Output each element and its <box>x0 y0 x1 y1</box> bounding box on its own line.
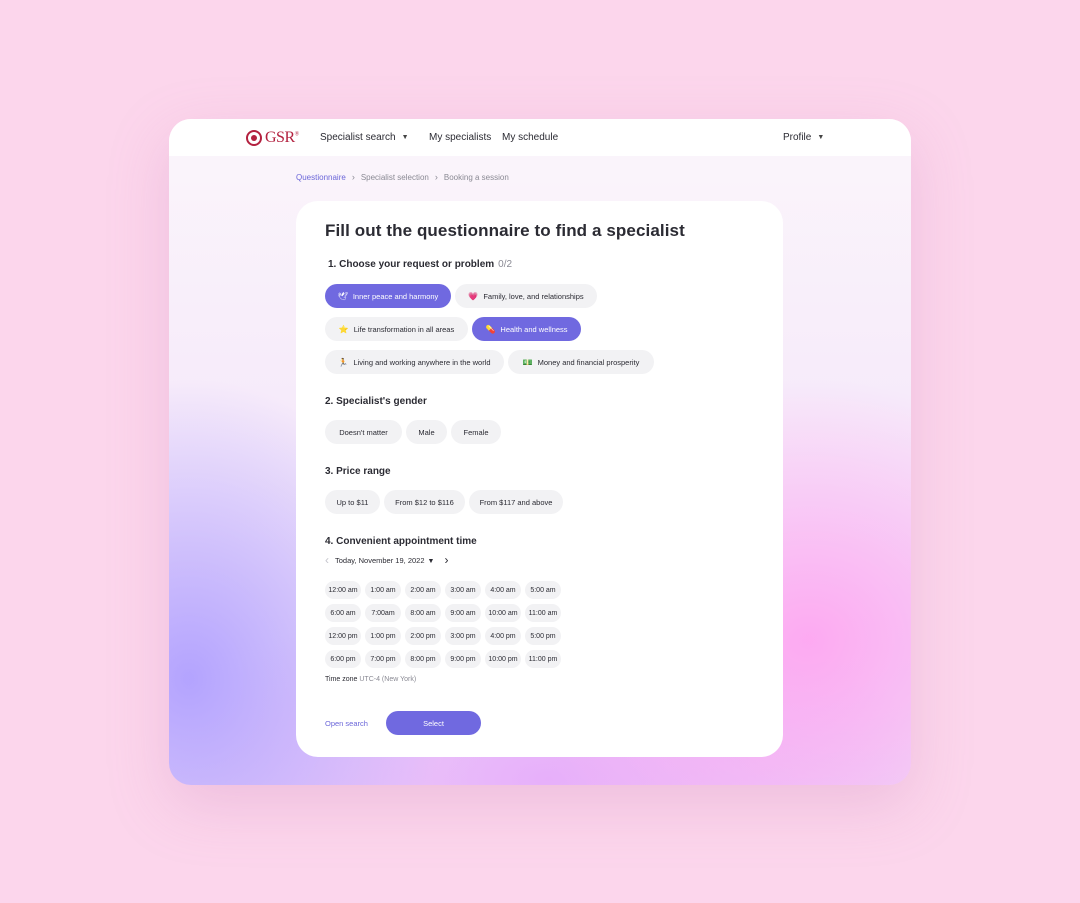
time-slot[interactable]: 7:00 pm <box>365 650 401 668</box>
q1-option-label: Family, love, and relationships <box>483 291 584 301</box>
q1-option-label: Inner peace and harmony <box>352 291 439 301</box>
questionnaire-card: Fill out the questionnaire to find a spe… <box>296 201 783 757</box>
chevron-left-icon[interactable]: ‹ <box>325 554 329 566</box>
q1-option-label: Money and financial prosperity <box>537 357 640 367</box>
timezone-info: Time zone UTC-4 (New York) <box>325 676 416 683</box>
chevron-right-icon[interactable]: › <box>444 554 448 566</box>
caret-down-icon: ▼ <box>427 557 435 565</box>
nav-my-schedule-label: My schedule <box>502 132 559 143</box>
time-slot[interactable]: 2:00 pm <box>405 627 441 645</box>
time-slot[interactable]: 6:00 pm <box>325 650 361 668</box>
time-slot[interactable]: 1:00 pm <box>365 627 401 645</box>
caret-down-icon: ▼ <box>401 134 409 141</box>
breadcrumb-questionnaire[interactable]: Questionnaire <box>296 173 346 182</box>
q3-title: 3. Price range <box>325 466 391 477</box>
time-slot[interactable]: 9:00 pm <box>445 650 481 668</box>
chevron-right-icon: › <box>434 172 438 182</box>
logo-emblem-icon <box>246 130 262 146</box>
date-picker[interactable]: Today, November 19, 2022 ▼ <box>335 556 434 565</box>
money-icon: 💵 <box>522 357 533 367</box>
time-slot[interactable]: 12:00 pm <box>325 627 361 645</box>
breadcrumb: Questionnaire › Specialist selection › B… <box>296 172 509 182</box>
timezone-label: Time zone <box>325 676 358 683</box>
open-search-link[interactable]: Open search <box>325 719 368 728</box>
q1-title-text: 1. Choose your request or problem <box>328 259 495 270</box>
time-slot[interactable]: 6:00 am <box>325 604 361 622</box>
nav-my-specialists[interactable]: My specialists <box>429 132 491 143</box>
chevron-right-icon: › <box>351 172 355 182</box>
top-navigation-bar: GSR® Specialist search ▼ My specialists … <box>169 119 911 156</box>
q1-option-life-transformation[interactable]: ⭐ Life transformation in all areas <box>325 317 468 341</box>
time-slot[interactable]: 10:00 pm <box>485 650 521 668</box>
breadcrumb-specialist-selection: Specialist selection <box>360 172 429 182</box>
time-slot[interactable]: 2:00 am <box>405 581 441 599</box>
q1-counter: 0/2 <box>498 259 513 270</box>
time-slot[interactable]: 5:00 pm <box>525 627 561 645</box>
time-slot[interactable]: 1:00 am <box>365 581 401 599</box>
nav-profile[interactable]: Profile ▼ <box>783 132 824 143</box>
time-slot[interactable]: 9:00 am <box>445 604 481 622</box>
time-slot[interactable]: 11:00 pm <box>525 650 561 668</box>
nav-specialist-search[interactable]: Specialist search ▼ <box>320 132 409 143</box>
q2-title: 2. Specialist's gender <box>325 396 427 407</box>
q1-option-inner-peace[interactable]: 🕊 Inner peace and harmony <box>325 284 451 308</box>
timezone-value: UTC-4 (New York) <box>359 676 417 683</box>
time-slot[interactable]: 4:00 pm <box>485 627 521 645</box>
date-selector: ‹ Today, November 19, 2022 ▼ › <box>325 554 448 566</box>
time-slot[interactable]: 11:00 am <box>525 604 561 622</box>
app-window: GSR® Specialist search ▼ My specialists … <box>169 119 911 785</box>
time-slot[interactable]: 8:00 pm <box>405 650 441 668</box>
q1-option-living-working[interactable]: 🏃 Living and working anywhere in the wor… <box>325 350 504 374</box>
star-icon: ⭐ <box>338 324 349 334</box>
time-slot[interactable]: 7:00am <box>365 604 401 622</box>
time-slot[interactable]: 5:00 am <box>525 581 561 599</box>
heart-icon: 💗 <box>468 291 479 301</box>
time-slot[interactable]: 10:00 am <box>485 604 521 622</box>
dove-icon: 🕊 <box>337 291 348 301</box>
current-date: Today, November 19, 2022 <box>335 555 425 565</box>
nav-specialist-search-label: Specialist search <box>320 132 396 143</box>
time-slot[interactable]: 8:00 am <box>405 604 441 622</box>
page-title: Fill out the questionnaire to find a spe… <box>325 221 685 240</box>
select-button[interactable]: Select <box>386 711 481 735</box>
time-slot[interactable]: 3:00 pm <box>445 627 481 645</box>
price-option-117-above[interactable]: From $117 and above <box>469 490 563 514</box>
q1-option-money-finance[interactable]: 💵 Money and financial prosperity <box>508 350 654 374</box>
price-option-12-to-116[interactable]: From $12 to $116 <box>384 490 465 514</box>
caret-down-icon: ▼ <box>817 134 825 141</box>
logo-registered-mark: ® <box>294 131 300 138</box>
nav-profile-label: Profile <box>783 132 812 143</box>
q1-option-label: Living and working anywhere in the world <box>353 357 491 367</box>
gsr-logo[interactable]: GSR® <box>246 128 299 148</box>
price-option-up-to-11[interactable]: Up to $11 <box>325 490 380 514</box>
gender-option-doesnt-matter[interactable]: Doesn't matter <box>325 420 402 444</box>
q4-title: 4. Convenient appointment time <box>325 536 477 547</box>
breadcrumb-booking-session: Booking a session <box>443 172 509 182</box>
pill-icon: 💊 <box>485 324 496 334</box>
time-slot[interactable]: 4:00 am <box>485 581 521 599</box>
q1-option-family-love[interactable]: 💗 Family, love, and relationships <box>455 284 597 308</box>
running-person-icon: 🏃 <box>338 357 349 367</box>
gender-option-female[interactable]: Female <box>451 420 501 444</box>
q1-option-label: Life transformation in all areas <box>353 324 455 334</box>
time-slot[interactable]: 12:00 am <box>325 581 361 599</box>
time-slot[interactable]: 3:00 am <box>445 581 481 599</box>
q1-title: 1. Choose your request or problem 0/2 <box>328 259 512 270</box>
nav-my-schedule[interactable]: My schedule <box>502 132 558 143</box>
nav-my-specialists-label: My specialists <box>429 132 492 143</box>
logo-text: GSR <box>265 129 295 146</box>
q1-option-health-wellness[interactable]: 💊 Health and wellness <box>472 317 581 341</box>
q1-option-label: Health and wellness <box>500 324 568 334</box>
gender-option-male[interactable]: Male <box>406 420 447 444</box>
